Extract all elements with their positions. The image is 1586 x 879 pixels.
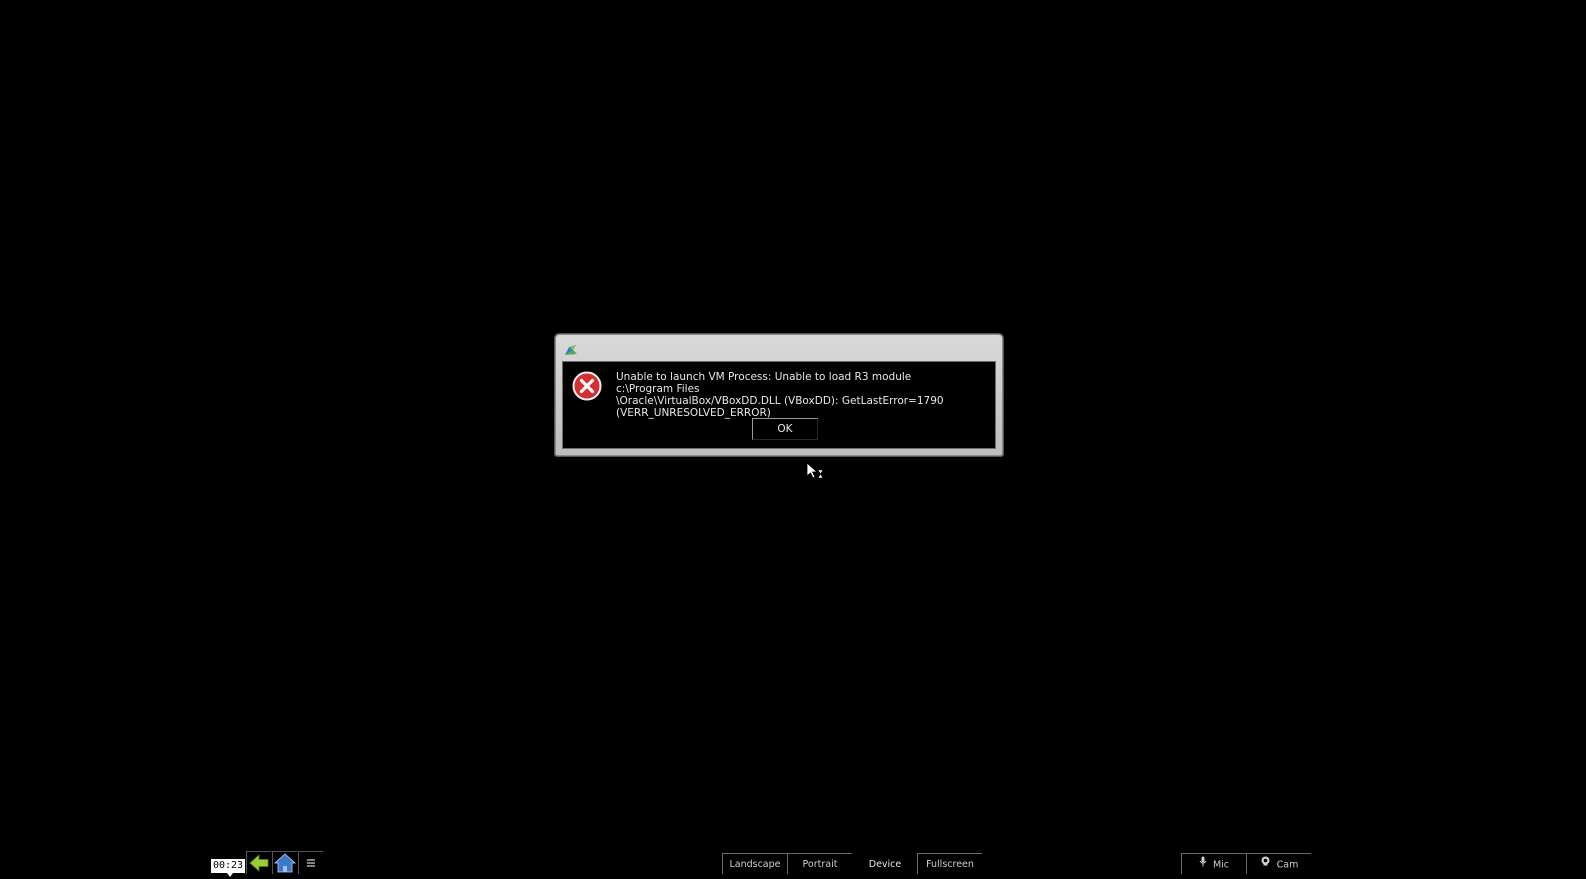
- busy-cursor-icon: [806, 462, 824, 479]
- dialog-content: Unable to launch VM Process: Unable to l…: [562, 361, 996, 449]
- cam-button[interactable]: Cam: [1246, 853, 1311, 874]
- ok-button[interactable]: OK: [752, 418, 818, 440]
- cam-label: Cam: [1276, 859, 1299, 871]
- error-dialog: Unable to launch VM Process: Unable to l…: [555, 334, 1003, 456]
- home-button[interactable]: [272, 851, 297, 874]
- home-icon: [273, 853, 297, 873]
- device-button[interactable]: Device: [852, 853, 917, 874]
- landscape-button[interactable]: Landscape: [722, 853, 787, 874]
- menu-button[interactable]: [298, 851, 323, 874]
- mic-button[interactable]: Mic: [1181, 853, 1246, 874]
- virtualbox-app-icon: [565, 345, 577, 355]
- portrait-button[interactable]: Portrait: [787, 853, 852, 874]
- fullscreen-button[interactable]: Fullscreen: [917, 853, 982, 874]
- back-button[interactable]: [246, 851, 271, 874]
- back-arrow-icon: [249, 854, 269, 872]
- mic-label: Mic: [1212, 859, 1230, 871]
- camera-icon: [1260, 854, 1271, 876]
- menu-icon: [307, 859, 315, 867]
- microphone-icon: [1199, 854, 1207, 876]
- error-x-icon: [572, 371, 602, 401]
- dialog-titlebar[interactable]: [556, 335, 1002, 361]
- recording-timer: 00:23: [211, 859, 245, 873]
- error-message: Unable to launch VM Process: Unable to l…: [616, 371, 944, 419]
- timer-pointer: [227, 873, 233, 877]
